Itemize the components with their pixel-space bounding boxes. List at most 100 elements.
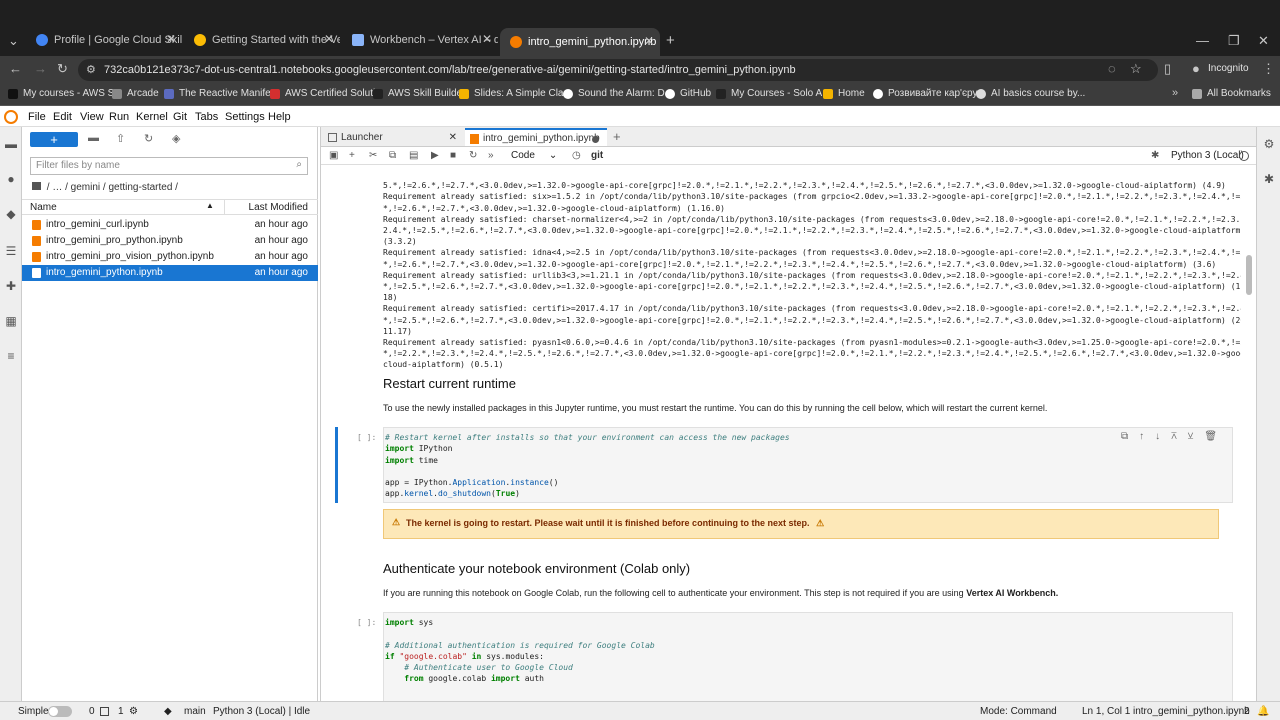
file-row[interactable]: intro_gemini_pro_vision_python.ipynb an h… — [22, 249, 318, 265]
forward-icon[interactable]: → — [34, 61, 47, 76]
new-launcher-button[interactable]: + — [30, 132, 78, 147]
more-bookmarks-icon[interactable]: » — [1172, 87, 1178, 99]
simple-mode-toggle[interactable] — [48, 706, 72, 717]
debugger-icon[interactable]: ✱ — [1262, 172, 1276, 186]
notebook-content[interactable]: 5.*,!=2.6.*,!=2.7.*,<3.0.0dev,>=1.32.0->… — [321, 165, 1241, 701]
tab-search-icon[interactable]: ⌄ — [8, 33, 19, 49]
copy-icon[interactable]: ⧉ — [389, 150, 396, 161]
unsaved-dot-icon[interactable] — [592, 136, 599, 143]
property-inspector-icon[interactable]: ⚙ — [1262, 137, 1276, 151]
kernel-name[interactable]: Python 3 (Local) — [1171, 150, 1244, 161]
menu-kernel[interactable]: Kernel — [136, 111, 168, 123]
menu-run[interactable]: Run — [109, 111, 129, 123]
run-icon[interactable]: ▶ — [431, 150, 439, 161]
new-folder-icon[interactable]: ▬ — [88, 132, 99, 144]
menu-help[interactable]: Help — [268, 111, 291, 123]
move-down-icon[interactable]: ↓ — [1155, 431, 1171, 442]
file-search-input[interactable]: Filter files by name ⌕ — [30, 157, 308, 175]
minimize-icon[interactable]: — — [1196, 33, 1209, 48]
bug-icon[interactable]: ✱ — [1151, 150, 1159, 161]
list-icon[interactable]: ≡ — [4, 349, 18, 363]
bookmark-10[interactable]: Home — [823, 88, 865, 99]
folder-icon[interactable]: ▬ — [4, 137, 18, 151]
insert-below-icon[interactable]: ⊻ — [1188, 431, 1205, 442]
cursor-position[interactable]: Ln 1, Col 1 — [1082, 706, 1130, 717]
table-icon[interactable]: ▦ — [4, 314, 18, 328]
new-tab-icon[interactable]: + — [613, 129, 621, 144]
menu-git[interactable]: Git — [173, 111, 187, 123]
all-bookmarks[interactable]: All Bookmarks — [1192, 88, 1271, 99]
browser-tab-3[interactable]: Workbench – Vertex AI – qwiklabs ✕ — [342, 30, 498, 50]
paste-icon[interactable]: ▤ — [409, 150, 418, 161]
code-cell-restart[interactable]: [ ]: # Restart kernel after installs so … — [335, 427, 1233, 503]
browser-tab-4-active[interactable]: intro_gemini_python.ipynb ✕ — [500, 28, 660, 56]
tab-launcher[interactable]: Launcher ✕ — [323, 129, 463, 147]
kernel-status[interactable]: Python 3 (Local) | Idle — [213, 706, 310, 717]
menu-settings[interactable]: Settings — [225, 111, 265, 123]
git-clone-icon[interactable]: ◈ — [172, 132, 180, 145]
scrollbar-thumb[interactable] — [1246, 255, 1252, 295]
upload-icon[interactable]: ⇧ — [116, 132, 125, 145]
close-icon[interactable]: ✕ — [644, 34, 654, 48]
insert-cell-icon[interactable]: + — [349, 150, 355, 161]
restart-icon[interactable]: ↻ — [469, 150, 477, 161]
notification-count[interactable]: 2 — [1244, 706, 1250, 717]
menu-file[interactable]: File — [28, 111, 46, 123]
column-name-header[interactable]: Name — [30, 202, 57, 213]
bookmark-6[interactable]: Slides: A Simple Cla... — [459, 88, 572, 99]
incognito-label[interactable]: Incognito — [1208, 63, 1249, 74]
bookmark-3[interactable]: The Reactive Manife... — [164, 88, 279, 99]
url-input[interactable]: ⚙ 732ca0b121e373c7-dot-us-central1.noteb… — [78, 59, 1158, 81]
file-row[interactable]: intro_gemini_curl.ipynb an hour ago — [22, 217, 318, 233]
extension-icon[interactable]: ✚ — [4, 279, 18, 293]
delete-icon[interactable]: 🗑 — [1204, 431, 1228, 442]
reload-icon[interactable]: ↻ — [57, 61, 68, 77]
menu-view[interactable]: View — [80, 111, 104, 123]
bookmark-5[interactable]: AWS Skill Builder — [373, 88, 465, 99]
window-close-icon[interactable]: ✕ — [1258, 33, 1269, 49]
stop-icon[interactable]: ■ — [450, 150, 456, 161]
code-cell-auth[interactable]: [ ]: import sys # Additional authenticat… — [335, 612, 1233, 701]
bookmark-7[interactable]: Sound the Alarm: D... — [563, 88, 673, 99]
refresh-icon[interactable]: ↻ — [144, 132, 153, 145]
bookmark-11[interactable]: Розвивайте кар'єру... — [873, 88, 985, 99]
menu-tabs[interactable]: Tabs — [195, 111, 218, 123]
insert-above-icon[interactable]: ⊼ — [1171, 431, 1188, 442]
file-row-selected[interactable]: intro_gemini_python.ipynb an hour ago — [22, 265, 318, 281]
close-icon[interactable]: ✕ — [482, 32, 492, 46]
browser-tab-2[interactable]: Getting Started with the Vertex AI ✕ — [184, 30, 340, 50]
git-diff-button[interactable]: git — [591, 150, 603, 161]
git-icon[interactable]: ◆ — [4, 207, 18, 221]
toc-icon[interactable]: ☰ — [4, 244, 18, 258]
restore-icon[interactable]: ❐ — [1228, 33, 1240, 49]
bookmark-star-icon[interactable]: ☆ — [1130, 61, 1142, 77]
browser-tab-1[interactable]: Profile | Google Cloud Skills Boost ✕ — [26, 30, 182, 50]
side-panel-icon[interactable]: ▯ — [1164, 61, 1171, 77]
new-tab-icon[interactable]: + — [666, 32, 675, 49]
cut-icon[interactable]: ✂ — [369, 150, 377, 161]
clock-icon[interactable]: ◷ — [572, 150, 581, 161]
tab-notebook[interactable]: intro_gemini_python.ipynb — [465, 128, 607, 146]
eye-off-icon[interactable]: ◌ — [1108, 61, 1116, 76]
close-icon[interactable]: ✕ — [324, 32, 334, 46]
running-icon[interactable]: ● — [4, 172, 18, 186]
cell-type-select[interactable]: Code ⌄ — [511, 150, 561, 161]
bookmark-1[interactable]: My courses - AWS S... — [8, 88, 123, 99]
save-icon[interactable]: ▣ — [329, 150, 338, 161]
breadcrumb[interactable]: / … / gemini / getting-started / — [32, 182, 178, 193]
site-info-icon[interactable]: ⚙ — [86, 59, 96, 81]
bell-icon[interactable]: 🔔 — [1257, 706, 1269, 717]
bookmark-4[interactable]: AWS Certified Soluti... — [270, 88, 384, 99]
column-modified-header[interactable]: Last Modified — [249, 202, 308, 213]
menu-edit[interactable]: Edit — [53, 111, 72, 123]
bookmark-8[interactable]: GitHub — [665, 88, 711, 99]
move-up-icon[interactable]: ↑ — [1139, 431, 1155, 442]
kernel-count[interactable]: 1 — [118, 706, 124, 717]
bookmark-12[interactable]: AI basics course by... — [976, 88, 1085, 99]
bookmark-9[interactable]: My Courses - Solo A... — [716, 88, 830, 99]
kebab-menu-icon[interactable]: ⋮ — [1262, 61, 1275, 77]
back-icon[interactable]: ← — [9, 61, 22, 76]
file-row[interactable]: intro_gemini_pro_python.ipynb an hour ago — [22, 233, 318, 249]
terminal-count[interactable]: 0 — [89, 706, 95, 717]
bookmark-2[interactable]: Arcade — [112, 88, 159, 99]
